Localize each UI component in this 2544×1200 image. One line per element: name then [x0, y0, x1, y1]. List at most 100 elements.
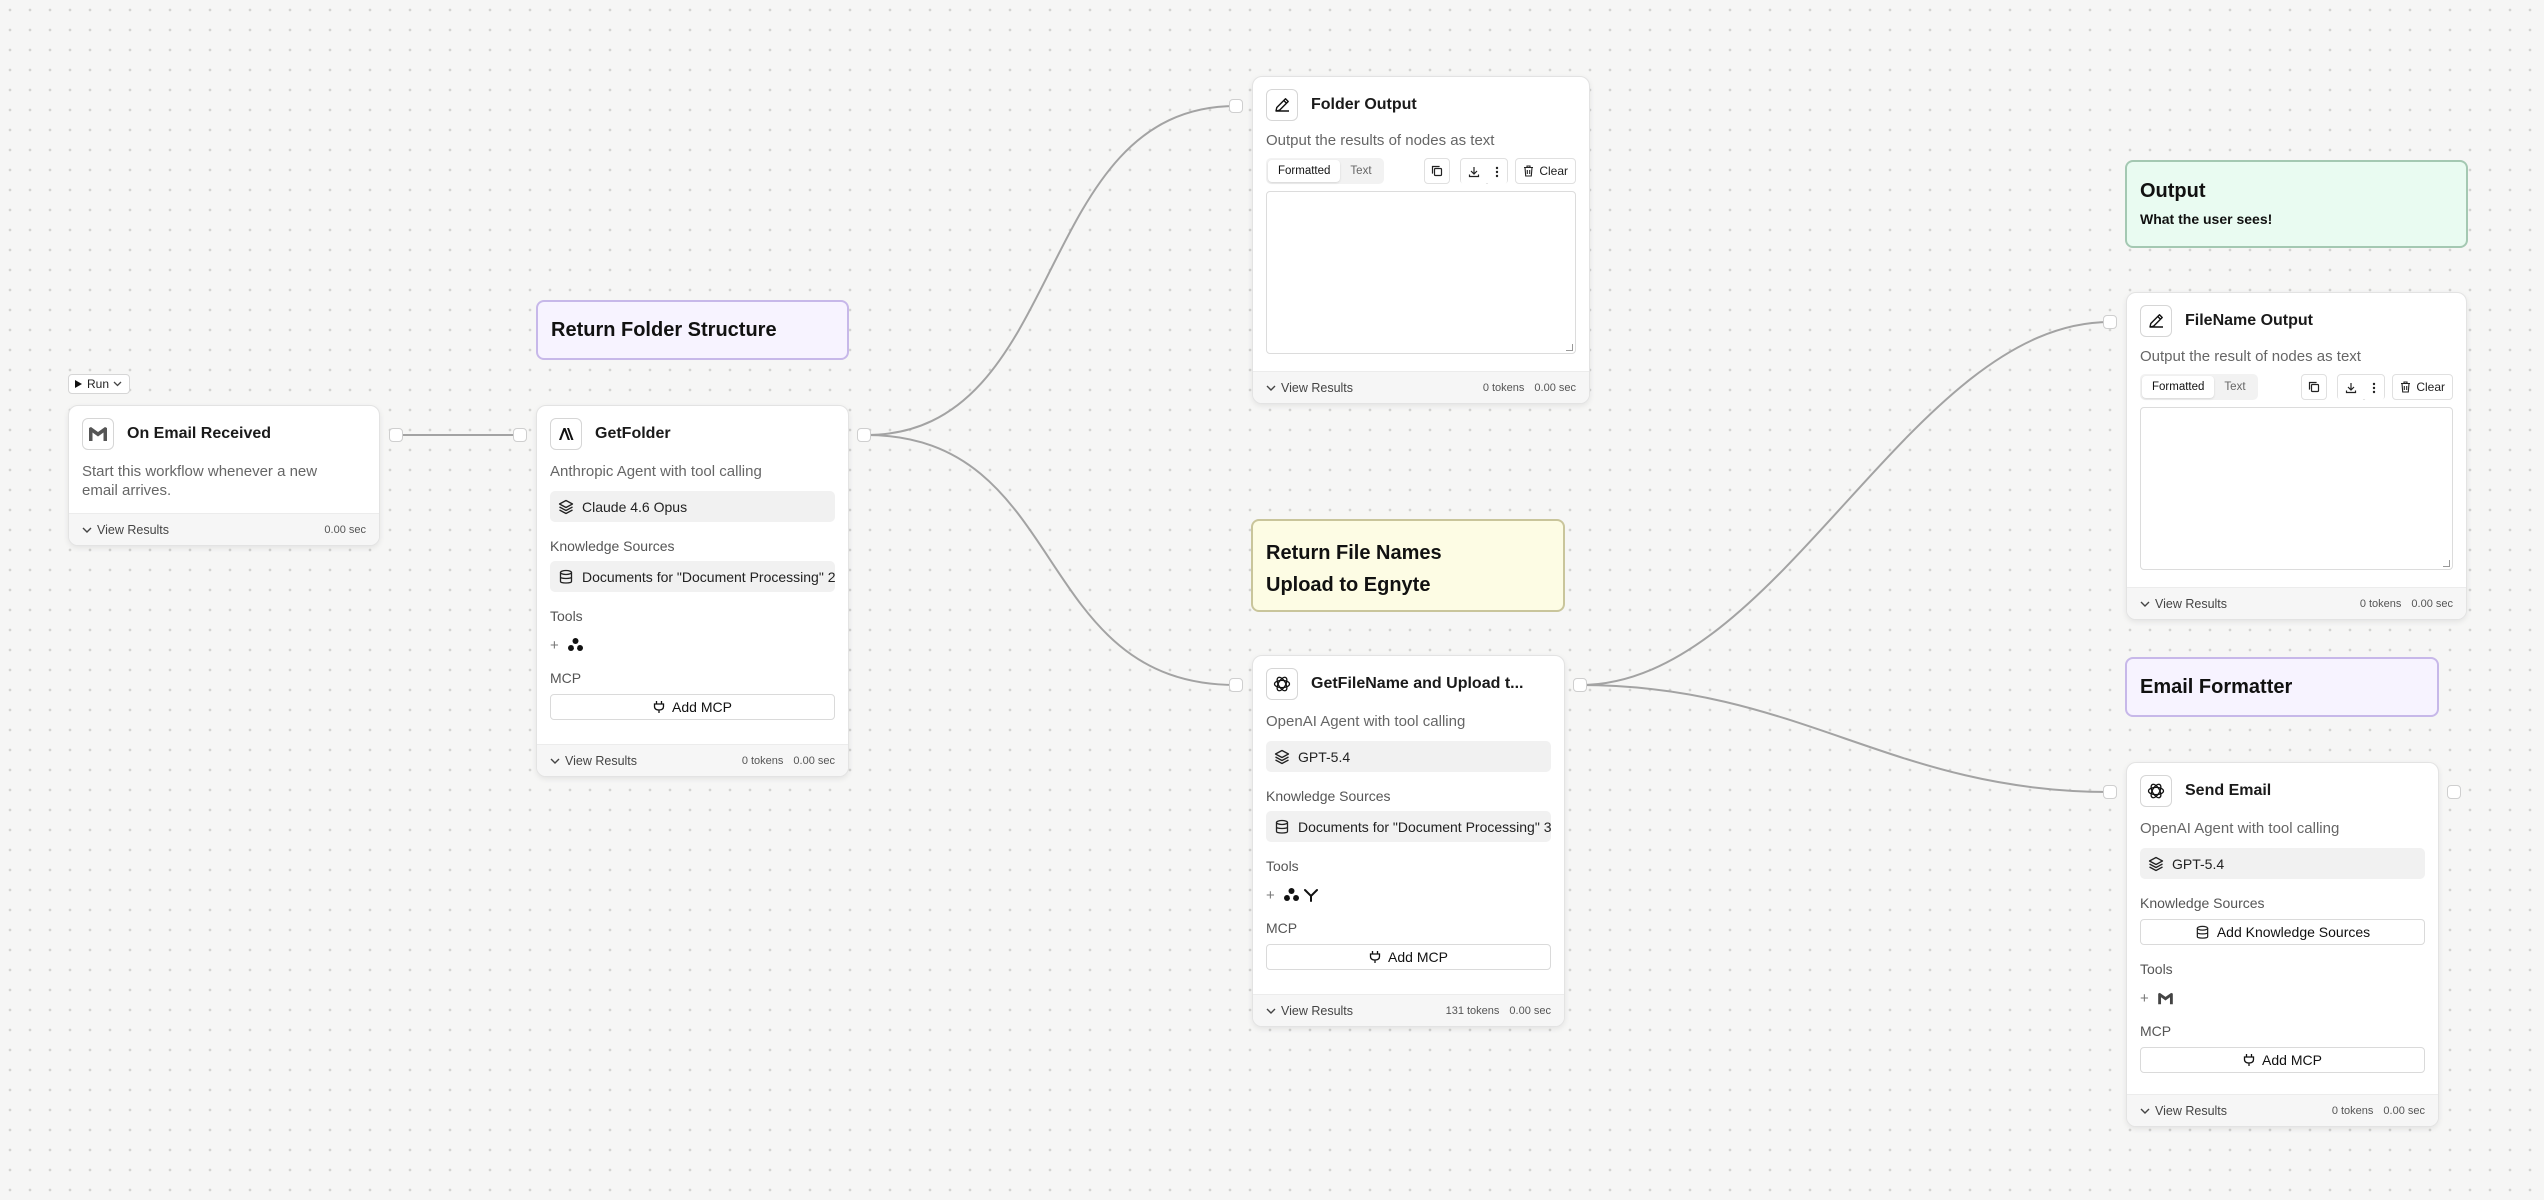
tab-formatted[interactable]: Formatted — [2142, 376, 2215, 398]
add-tool-icon[interactable]: + — [550, 637, 564, 654]
add-tool-icon[interactable]: + — [1266, 887, 1280, 904]
add-mcp-button[interactable]: Add MCP — [2140, 1047, 2425, 1073]
node-time: 0.00 sec — [1534, 381, 1576, 394]
knowledge-sources-label: Knowledge Sources — [2140, 895, 2265, 911]
view-results-label: View Results — [2155, 1103, 2228, 1118]
download-button[interactable] — [2338, 375, 2365, 401]
copy-icon — [2309, 381, 2320, 393]
view-results-toggle[interactable]: View Results — [82, 523, 169, 537]
output-textarea[interactable] — [1266, 191, 1576, 354]
node-tokens: 0 tokens — [2359, 597, 2402, 610]
egnyte-icon[interactable] — [1283, 887, 1300, 903]
mcp-label: MCP — [550, 670, 582, 686]
view-results-toggle[interactable]: View Results — [550, 754, 637, 768]
clear-button[interactable]: Clear — [1515, 158, 1576, 184]
add-knowledge-sources-button[interactable]: Add Knowledge Sources — [2140, 919, 2425, 945]
view-results-label: View Results — [97, 522, 170, 537]
tools-row: + — [550, 636, 835, 654]
node-description: Start this workflow whenever a new email… — [82, 463, 318, 499]
knowledge-source-name: Documents for "Document Processing" 2 — [582, 568, 835, 585]
chevron-down-icon — [1266, 1008, 1276, 1014]
output-handle[interactable] — [857, 428, 871, 442]
node-folder-output[interactable]: Folder Output Output the results of node… — [1252, 76, 1590, 404]
plug-icon — [2243, 1054, 2255, 1066]
view-results-toggle[interactable]: View Results — [1266, 381, 1353, 395]
node-tokens: 0 tokens — [741, 754, 784, 767]
add-mcp-label: Add MCP — [672, 699, 732, 715]
add-tool-icon[interactable]: + — [2140, 990, 2154, 1007]
tab-formatted[interactable]: Formatted — [1268, 160, 1341, 182]
pencil-icon — [2140, 305, 2172, 337]
copy-icon — [1432, 165, 1443, 177]
node-filename-output[interactable]: FileName Output Output the result of nod… — [2126, 292, 2467, 620]
node-footer: View Results 0.00 sec — [69, 513, 379, 545]
download-button[interactable] — [1461, 159, 1488, 185]
kebab-menu-icon — [2373, 382, 2376, 394]
view-results-toggle[interactable]: View Results — [1266, 1004, 1353, 1018]
trash-icon — [2401, 381, 2411, 393]
node-description: Output the result of nodes as text — [2140, 348, 2361, 365]
input-handle[interactable] — [513, 428, 527, 442]
node-time: 0.00 sec — [1509, 1004, 1551, 1017]
output-toolbar: Formatted Text Clear — [1266, 158, 1576, 185]
note-subtitle: What the user sees! — [2140, 211, 2273, 227]
node-footer: View Results 131 tokens 0.00 sec — [1253, 994, 1564, 1026]
input-handle[interactable] — [2103, 785, 2117, 799]
view-results-label: View Results — [565, 753, 638, 768]
add-mcp-button[interactable]: Add MCP — [1266, 944, 1551, 970]
node-description: Anthropic Agent with tool calling — [550, 463, 762, 480]
database-icon — [1275, 819, 1289, 834]
node-footer: View Results 0 tokens 0.00 sec — [2127, 1094, 2438, 1126]
copy-button[interactable] — [2301, 374, 2328, 400]
clear-label: Clear — [2416, 380, 2445, 394]
node-getfilename-upload[interactable]: GetFileName and Upload t... OpenAI Agent… — [1252, 655, 1565, 1027]
view-results-label: View Results — [1281, 1003, 1354, 1018]
input-handle[interactable] — [1229, 678, 1243, 692]
more-options-button[interactable] — [1487, 159, 1508, 185]
view-results-toggle[interactable]: View Results — [2140, 1104, 2227, 1118]
fork-icon[interactable] — [1303, 887, 1319, 903]
note-title: Output — [2140, 180, 2206, 202]
more-options-button[interactable] — [2364, 375, 2385, 401]
view-results-toggle[interactable]: View Results — [2140, 597, 2227, 611]
model-name: GPT-5.4 — [2172, 855, 2225, 872]
format-toggle: Formatted Text — [1266, 158, 1384, 184]
model-selector[interactable]: GPT-5.4 — [1266, 741, 1551, 772]
model-selector[interactable]: GPT-5.4 — [2140, 848, 2425, 879]
node-send-email[interactable]: Send Email OpenAI Agent with tool callin… — [2126, 762, 2439, 1127]
trash-icon — [1524, 165, 1534, 177]
anthropic-icon — [550, 418, 582, 450]
node-tokens: 0 tokens — [2331, 1104, 2374, 1117]
node-on-email-received[interactable]: On Email Received Start this workflow wh… — [68, 405, 380, 546]
input-handle[interactable] — [1229, 99, 1243, 113]
gmail-icon[interactable] — [2157, 992, 2174, 1005]
output-handle[interactable] — [1573, 678, 1587, 692]
node-getfolder[interactable]: GetFolder Anthropic Agent with tool call… — [536, 405, 849, 777]
note-return-folder-structure[interactable]: Return Folder Structure — [536, 300, 849, 360]
run-button[interactable]: Run — [68, 374, 130, 394]
model-name: GPT-5.4 — [1298, 748, 1351, 765]
note-return-file-names[interactable]: Return File Names Upload to Egnyte — [1251, 519, 1565, 612]
download-icon — [1469, 167, 1480, 178]
tab-text[interactable]: Text — [1340, 160, 1381, 182]
input-handle[interactable] — [2103, 315, 2117, 329]
knowledge-source-item[interactable]: Documents for "Document Processing" 3 — [1266, 811, 1551, 842]
knowledge-source-item[interactable]: Documents for "Document Processing" 2 — [550, 561, 835, 592]
tab-text[interactable]: Text — [2214, 376, 2255, 398]
node-title: GetFolder — [595, 425, 671, 442]
egnyte-icon[interactable] — [567, 637, 584, 653]
node-tokens: 0 tokens — [1482, 381, 1525, 394]
node-time: 0.00 sec — [2411, 597, 2453, 610]
clear-button[interactable]: Clear — [2392, 374, 2453, 400]
output-handle[interactable] — [389, 428, 403, 442]
note-output[interactable]: Output What the user sees! — [2125, 160, 2468, 248]
gmail-icon — [82, 418, 114, 450]
add-mcp-button[interactable]: Add MCP — [550, 694, 835, 720]
copy-button[interactable] — [1424, 158, 1451, 184]
output-handle[interactable] — [2447, 785, 2461, 799]
format-toggle: Formatted Text — [2140, 374, 2258, 400]
model-selector[interactable]: Claude 4.6 Opus — [550, 491, 835, 522]
note-email-formatter[interactable]: Email Formatter — [2125, 657, 2439, 717]
node-footer: View Results 0 tokens 0.00 sec — [537, 744, 848, 776]
output-textarea[interactable] — [2140, 407, 2453, 570]
